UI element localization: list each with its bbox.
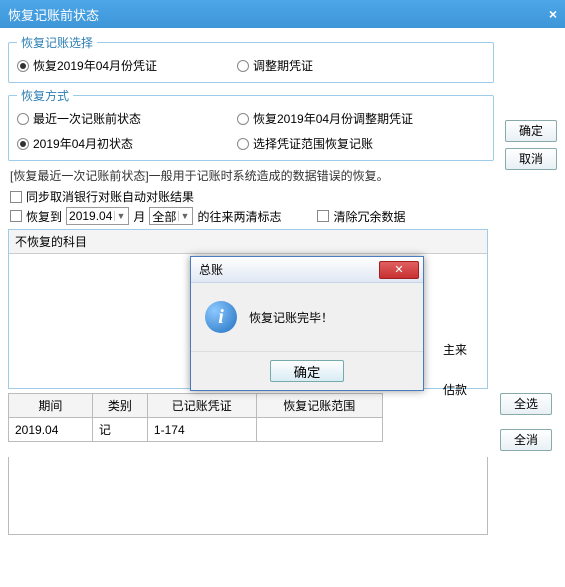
checkbox-restore-to[interactable] — [10, 210, 22, 222]
select-none-button[interactable]: 全消 — [500, 429, 552, 451]
radio-month-begin[interactable] — [17, 138, 29, 150]
th-range: 恢复记账范围 — [256, 394, 382, 418]
radio-select-range-label: 选择凭证范围恢复记账 — [253, 135, 373, 152]
table-row[interactable]: 2019.04 记 1-174 — [9, 418, 383, 442]
period-value: 2019.04 — [69, 209, 112, 223]
checkbox-clear-redundant[interactable] — [317, 210, 329, 222]
radio-last-state[interactable] — [17, 113, 29, 125]
close-icon[interactable]: × — [549, 6, 557, 22]
radio-restore-month-label: 恢复2019年04月份凭证 — [33, 57, 157, 74]
chevron-down-icon: ▼ — [178, 211, 190, 221]
group1-legend: 恢复记账选择 — [17, 34, 97, 51]
list-item[interactable] — [443, 360, 467, 380]
help-text: [恢复最近一次记账前状态]一般用于记账时系统造成的数据错误的恢复。 — [10, 167, 494, 184]
select-all-button[interactable]: 全选 — [500, 393, 552, 415]
info-dialog: 总账 ✕ i 恢复记账完毕！ 确定 — [190, 256, 424, 391]
titlebar: 恢复记账前状态 × — [0, 0, 565, 28]
clear-flag-label: 的往来两清标志 — [197, 208, 281, 225]
ok-button[interactable]: 确定 — [505, 120, 557, 142]
td-posted: 1-174 — [147, 418, 256, 442]
checkbox-sync-cancel[interactable] — [10, 191, 22, 203]
table-empty-area — [8, 457, 488, 535]
info-icon: i — [205, 301, 237, 333]
radio-restore-month[interactable] — [17, 60, 29, 72]
list-item[interactable]: 主来 — [443, 340, 467, 360]
voucher-table: 期间 类别 已记账凭证 恢复记账范围 2019.04 记 1-174 — [8, 393, 383, 442]
checkbox-clear-redundant-label: 清除冗余数据 — [333, 208, 405, 225]
td-category: 记 — [92, 418, 147, 442]
radio-month-begin-label: 2019年04月初状态 — [33, 135, 133, 152]
radio-last-state-label: 最近一次记账前状态 — [33, 110, 141, 127]
month-label: 月 — [133, 208, 145, 225]
dialog-ok-button[interactable]: 确定 — [270, 360, 344, 382]
dialog-close-button[interactable]: ✕ — [379, 261, 419, 279]
checkbox-sync-cancel-label: 同步取消银行对账自动对账结果 — [26, 188, 194, 205]
dialog-message: 恢复记账完毕！ — [249, 309, 333, 326]
th-period: 期间 — [9, 394, 93, 418]
type-combo[interactable]: 全部 ▼ — [149, 207, 193, 225]
dialog-title: 总账 — [199, 261, 223, 278]
td-range — [256, 418, 382, 442]
group2-legend: 恢复方式 — [17, 87, 73, 104]
restore-selection-group: 恢复记账选择 恢复2019年04月份凭证 调整期凭证 — [8, 34, 494, 83]
restore-method-group: 恢复方式 最近一次记账前状态 恢复2019年04月份调整期凭证 2019年04月… — [8, 87, 494, 161]
list-item[interactable]: 估款 — [443, 380, 467, 400]
radio-adjust-voucher-label: 恢复2019年04月份调整期凭证 — [253, 110, 413, 127]
radio-select-range[interactable] — [237, 138, 249, 150]
restore-to-label: 恢复到 — [26, 208, 62, 225]
radio-adjust-period[interactable] — [237, 60, 249, 72]
chevron-down-icon: ▼ — [114, 211, 126, 221]
period-combo[interactable]: 2019.04 ▼ — [66, 207, 129, 225]
th-category: 类别 — [92, 394, 147, 418]
radio-adjust-voucher[interactable] — [237, 113, 249, 125]
td-period: 2019.04 — [9, 418, 93, 442]
listbox-header: 不恢复的科目 — [9, 230, 487, 254]
window-title: 恢复记账前状态 — [8, 5, 99, 24]
cancel-button[interactable]: 取消 — [505, 148, 557, 170]
type-value: 全部 — [152, 208, 176, 225]
th-posted: 已记账凭证 — [147, 394, 256, 418]
radio-adjust-period-label: 调整期凭证 — [253, 57, 313, 74]
